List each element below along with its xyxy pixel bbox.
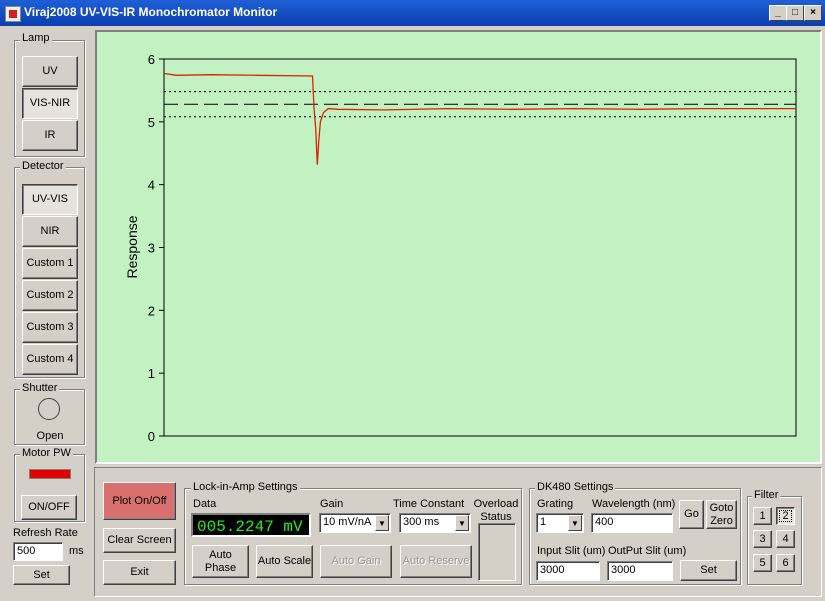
output-slit-input[interactable]: 3000 [607, 561, 673, 581]
auto-phase-button[interactable]: Auto Phase [192, 545, 249, 578]
y-tick-label: 3 [148, 241, 155, 256]
plot-onoff-button[interactable]: Plot On/Off [103, 482, 176, 520]
time-constant-select[interactable]: 300 ms ▼ [399, 513, 471, 533]
goto-zero-button[interactable]: Goto Zero [706, 500, 737, 529]
detector-nir-button[interactable]: NIR [22, 216, 78, 247]
lamp-ir-button[interactable]: IR [22, 120, 78, 151]
ylabel: Response [124, 215, 140, 278]
refresh-set-button[interactable]: Set [13, 565, 70, 585]
lockin-data-display: 005.2247 mV [191, 513, 311, 537]
overload-status-indicator [478, 523, 516, 581]
overload-status-label: Overload Status [473, 498, 519, 523]
chevron-down-icon[interactable]: ▼ [568, 515, 582, 531]
time-constant-value: 300 ms [403, 516, 440, 528]
filter-1-button[interactable]: 1 [753, 507, 772, 525]
auto-reserve-button[interactable]: Auto Reserve [400, 545, 472, 578]
filter-2-button[interactable]: 2 [776, 507, 795, 525]
plot-panel: Response 0 1 2 3 4 5 6 [95, 30, 822, 464]
y-tick-label: 4 [148, 178, 155, 193]
dk480-label: DK480 Settings [535, 481, 616, 493]
refresh-rate-label: Refresh Rate [13, 527, 78, 539]
chevron-down-icon[interactable]: ▼ [455, 515, 469, 531]
detector-custom4-button[interactable]: Custom 4 [22, 344, 78, 375]
auto-scale-button[interactable]: Auto Scale [256, 545, 313, 578]
filter-5-button[interactable]: 5 [753, 554, 772, 572]
grating-select[interactable]: 1 ▼ [536, 513, 584, 533]
detector-custom3-button[interactable]: Custom 3 [22, 312, 78, 343]
motor-label: Motor PW [20, 447, 73, 459]
motor-indicator [29, 469, 71, 479]
filter-4-button[interactable]: 4 [776, 530, 795, 548]
shutter-state: Open [36, 430, 64, 442]
lockin-data-label: Data [193, 498, 217, 510]
app-icon [5, 6, 21, 22]
minimize-button[interactable]: _ [769, 5, 787, 21]
detector-custom2-button[interactable]: Custom 2 [22, 280, 78, 311]
title-bar: Viraj2008 UV-VIS-IR Monochromator Monito… [0, 0, 825, 26]
refresh-rate-input[interactable]: 500 [13, 542, 63, 561]
time-constant-label: Time Constant [393, 498, 465, 510]
filter-3-button[interactable]: 3 [753, 530, 772, 548]
y-tick-label: 5 [148, 115, 155, 130]
detector-uv-vis-button[interactable]: UV-VIS [22, 184, 78, 215]
shutter-indicator[interactable] [38, 398, 60, 420]
input-slit-input[interactable]: 3000 [536, 561, 600, 581]
go-button[interactable]: Go [679, 500, 704, 529]
maximize-button[interactable]: □ [786, 5, 804, 21]
detector-label: Detector [20, 160, 66, 172]
gain-select[interactable]: 10 mV/nA ▼ [319, 513, 391, 533]
y-tick-label: 2 [148, 303, 155, 318]
detector-custom1-button[interactable]: Custom 1 [22, 248, 78, 279]
filter-6-button[interactable]: 6 [776, 554, 795, 572]
wavelength-label: Wavelength (nm) [592, 498, 676, 510]
refresh-rate-unit: ms [69, 545, 84, 557]
output-slit-label: OutPut Slit (um) [608, 545, 687, 557]
input-slit-label: Input Slit (um) [537, 545, 606, 557]
shutter-label: Shutter [20, 382, 60, 394]
motor-onoff-button[interactable]: ON/OFF [21, 495, 77, 520]
lamp-vis-nir-button[interactable]: VIS-NIR [22, 88, 78, 119]
filter-label: Filter [752, 489, 781, 501]
gain-label: Gain [320, 498, 344, 510]
close-button[interactable]: × [804, 5, 822, 21]
chevron-down-icon[interactable]: ▼ [375, 515, 389, 531]
grating-value: 1 [540, 516, 547, 528]
wavelength-input[interactable]: 400 [591, 513, 673, 533]
lockin-label: Lock-in-Amp Settings [191, 481, 300, 493]
lamp-label: Lamp [20, 32, 52, 44]
dk480-set-button[interactable]: Set [680, 560, 737, 581]
response-chart: Response 0 1 2 3 4 5 6 [124, 52, 797, 444]
lamp-uv-button[interactable]: UV [22, 56, 78, 87]
gain-value: 10 mV/nA [323, 516, 372, 528]
auto-gain-button[interactable]: Auto Gain [320, 545, 392, 578]
window-title: Viraj2008 UV-VIS-IR Monochromator Monito… [24, 5, 278, 19]
clear-screen-button[interactable]: Clear Screen [103, 528, 176, 553]
exit-button[interactable]: Exit [103, 560, 176, 585]
grating-label: Grating [537, 498, 574, 510]
y-tick-label: 1 [148, 366, 155, 381]
plot-frame [163, 58, 797, 437]
response-series-line [163, 72, 796, 165]
y-tick-label: 6 [148, 52, 155, 67]
y-tick-label: 0 [148, 429, 155, 444]
